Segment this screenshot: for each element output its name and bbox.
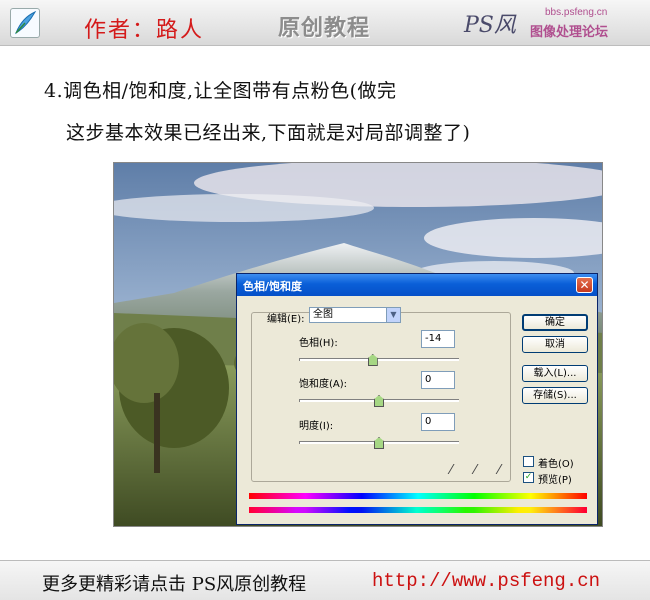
hue-slider-track[interactable] [299,358,459,361]
feather-logo-icon [10,8,40,38]
author-label: 作者：路人 [84,18,205,43]
hue-field[interactable]: -14 [421,330,455,348]
chevron-down-icon[interactable]: ▼ [386,308,400,322]
save-button[interactable]: 存储(S)... [522,387,588,404]
cancel-button[interactable]: 取消 [522,336,588,353]
output-color-spectrum [249,507,587,513]
header-band: 作者：路人 原创教程 PS风 bbs.psfeng.cn 图像处理论坛 [0,0,650,46]
psfeng-logo: PS风 [462,8,524,40]
forum-name: 图像处理论坛 [530,25,609,40]
footer-band: 更多更精彩请点击 PS风原创教程 http://www.psfeng.cn [0,561,650,600]
load-button[interactable]: 载入(L)... [522,365,588,382]
lightness-field[interactable]: 0 [421,413,455,431]
input-color-spectrum [249,493,587,499]
step-text-line-2: 这步基本效果已经出来,下面就是对局部调整了) [66,122,471,144]
step-text-line-1: 4.调色相/饱和度,让全图带有点粉色(做完 [44,80,397,102]
psfeng-logo-text: PS风 [463,13,517,38]
dialog-title: 色相/饱和度 [243,280,303,293]
edit-channel-value: 全图 [313,309,333,320]
preview-label: 预览(P) [538,475,572,486]
eyedropper-plus-icon[interactable]: ⁄ [474,463,476,478]
hue-saturation-dialog: 色相/饱和度 ✕ 编辑(E): 全图 ▼ 色相(H): -14 饱和度(A): … [236,273,598,525]
lightness-label: 明度(I): [299,421,334,432]
edit-channel-select[interactable]: 全图 ▼ [309,307,401,323]
footer-link[interactable]: http://www.psfeng.cn [372,570,600,592]
colorize-checkbox[interactable] [523,456,534,467]
edit-label: 编辑(E): [267,314,305,325]
colorize-label: 着色(O) [538,459,574,470]
preview-checkbox[interactable]: ✓ [523,472,534,483]
eyedropper-minus-icon[interactable]: ⁄ [498,463,500,478]
hue-label: 色相(H): [299,338,338,349]
saturation-label: 饱和度(A): [299,379,348,390]
eyedropper-icon[interactable]: ⁄ [450,463,452,478]
dialog-titlebar[interactable]: 色相/饱和度 ✕ [237,274,597,296]
ok-button[interactable]: 确定 [522,314,588,331]
close-icon[interactable]: ✕ [576,277,593,293]
saturation-field[interactable]: 0 [421,371,455,389]
footer-promo-text: 更多更精彩请点击 PS风原创教程 [42,574,307,595]
forum-url: bbs.psfeng.cn [545,7,608,18]
tutorial-title: 原创教程 [278,16,371,41]
